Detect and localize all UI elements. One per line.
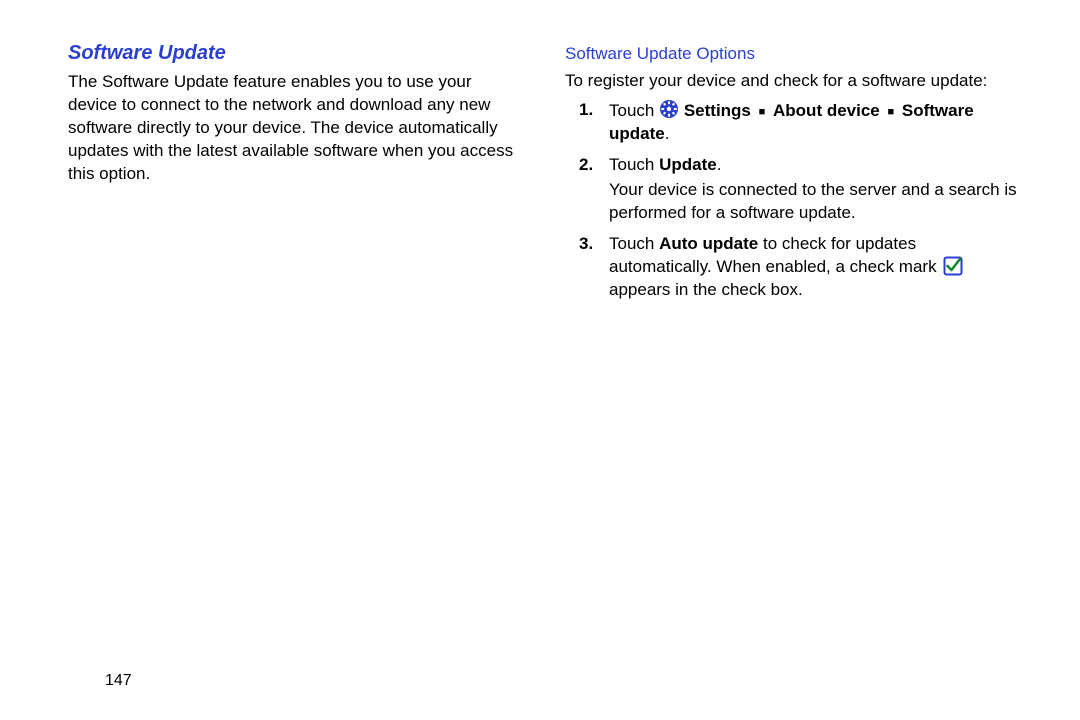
step-2-touch: Touch (609, 155, 659, 174)
step-1-period: . (665, 124, 670, 143)
section-title: Software Update (68, 42, 525, 65)
intro-paragraph: The Software Update feature enables you … (68, 71, 525, 186)
step-1-text: Touch (609, 101, 974, 143)
step-1-settings: Settings (684, 101, 751, 120)
step-2-text: Touch Update. (609, 155, 721, 174)
subheading: Software Update Options (565, 44, 1022, 64)
step-2-period: . (717, 155, 722, 174)
step-3-rest2: appears in the check box. (609, 280, 803, 299)
step-2: Touch Update. Your device is connected t… (605, 154, 1022, 225)
checkbox-icon (943, 256, 963, 276)
step-1: Touch (605, 99, 1022, 146)
arrow-icon: ■ (759, 105, 766, 120)
step-2-update: Update (659, 155, 717, 174)
steps-list: Touch (565, 99, 1022, 302)
lead-paragraph: To register your device and check for a … (565, 70, 1022, 93)
left-column: Software Update The Software Update feat… (68, 42, 525, 309)
step-2-body: Your device is connected to the server a… (609, 179, 1022, 225)
step-3-auto: Auto update (659, 234, 758, 253)
step-3-touch: Touch (609, 234, 659, 253)
step-3-text: Touch Auto update to check for updates a… (609, 234, 965, 299)
step-1-about: About device (773, 101, 880, 120)
step-1-touch: Touch (609, 101, 659, 120)
step-3: Touch Auto update to check for updates a… (605, 233, 1022, 302)
right-column: Software Update Options To register your… (565, 42, 1022, 309)
page-number: 147 (105, 672, 132, 690)
gear-icon (659, 99, 679, 119)
manual-page: Software Update The Software Update feat… (0, 0, 1080, 720)
arrow-icon: ■ (888, 105, 895, 120)
two-column-layout: Software Update The Software Update feat… (68, 42, 1022, 309)
